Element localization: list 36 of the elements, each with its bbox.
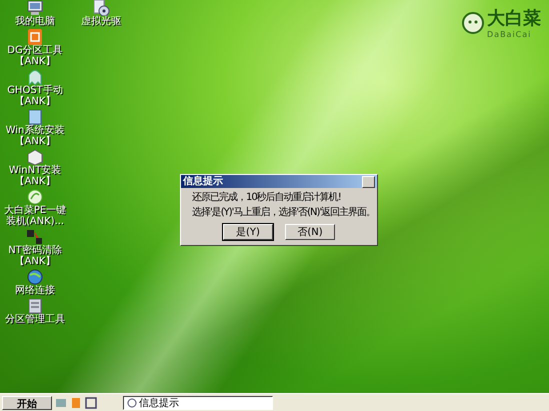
icon-label[interactable]: WinNT安装	[8, 165, 62, 176]
icon-label[interactable]: 我的电脑	[15, 16, 55, 27]
icon-label[interactable]: 【ANK】	[14, 176, 56, 187]
logo-subtitle: DaBaiCai	[487, 30, 532, 39]
icon-label[interactable]: 【ANK】	[14, 136, 56, 147]
icon-label[interactable]: Win系统安装	[6, 125, 64, 136]
icon-label[interactable]: 【ANK】	[14, 256, 56, 267]
logo-text: 大白菜	[487, 7, 541, 30]
icon-label[interactable]: 【ANK】	[14, 56, 56, 67]
app-icon	[26, 29, 44, 45]
box-icon	[26, 149, 44, 165]
leaf-icon	[26, 189, 44, 205]
drive-icon	[26, 298, 44, 314]
icon-label[interactable]: 虚拟光驱	[81, 16, 121, 27]
taskbar-button[interactable]: 信息提示	[123, 396, 273, 410]
dialog-message: 选择'是(Y)'马上重启，选择'否(N)'返回主界面。	[192, 207, 376, 219]
icon-label[interactable]: 【ANK】	[14, 96, 56, 107]
icon-label[interactable]: 大白菜PE一键	[4, 205, 66, 216]
cabbage-mascot-icon	[462, 12, 484, 34]
quick-launch-icon[interactable]	[85, 396, 97, 408]
dialog-title: 信息提示	[183, 176, 223, 188]
icon-label[interactable]: 分区管理工具	[5, 314, 65, 325]
computer-icon	[26, 0, 44, 16]
dialog-message: 还原已完成，10秒后自动重启计算机!	[192, 192, 342, 204]
disc-icon	[92, 0, 110, 16]
icon-label[interactable]: 网络连接	[15, 285, 55, 296]
icon-label[interactable]: DG分区工具	[7, 45, 63, 56]
dialog-button[interactable]: 否(N)	[285, 224, 335, 240]
globe-icon	[26, 269, 44, 285]
dialog-button[interactable]: 是(Y)	[223, 224, 273, 240]
icon-label[interactable]: GHOST手动	[7, 85, 63, 96]
start-button[interactable]: 开始	[2, 396, 52, 410]
ghost-icon	[26, 69, 44, 85]
window-icon	[26, 109, 44, 125]
icon-label[interactable]: 装机(ANK)...	[6, 216, 64, 227]
icon-label[interactable]: NT密码清除	[8, 245, 62, 256]
